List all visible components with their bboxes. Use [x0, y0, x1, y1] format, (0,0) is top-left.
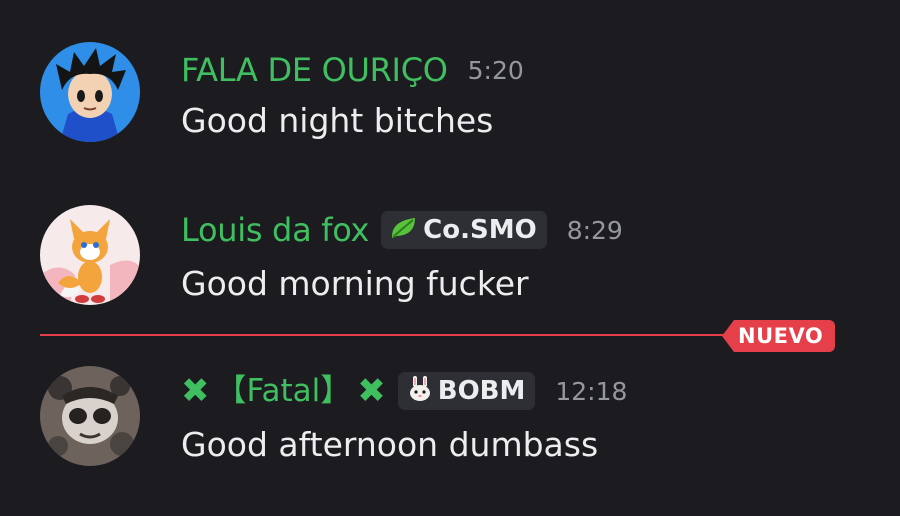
new-messages-divider — [40, 334, 830, 336]
avatar[interactable] — [40, 205, 140, 305]
orange-fox-character-avatar — [40, 205, 140, 305]
message-content: Good morning fucker — [181, 264, 529, 303]
message-content: Good afternoon dumbass — [181, 425, 599, 464]
new-messages-label: NUEVO — [734, 320, 836, 352]
server-tag[interactable]: BOBM — [397, 372, 536, 410]
username[interactable]: Louis da fox — [181, 214, 369, 246]
bunny-icon — [406, 375, 434, 407]
avatar[interactable] — [40, 42, 140, 142]
message-header: ✖ 【Fatal】 ✖ BOBM 12:18 — [181, 370, 627, 412]
server-tag[interactable]: Co.SMO — [381, 211, 547, 249]
username[interactable]: FALA DE OURIÇO — [181, 54, 448, 86]
cross-mark-icon: ✖ — [181, 371, 210, 411]
username[interactable]: 【Fatal】 — [216, 375, 352, 407]
chat-message: ✖ 【Fatal】 ✖ BOBM 12:18 Good afternoon du… — [0, 366, 900, 486]
cross-mark-icon: ✖ — [357, 371, 386, 411]
tag-label: Co.SMO — [423, 215, 537, 245]
timestamp[interactable]: 5:20 — [468, 58, 524, 83]
message-header: FALA DE OURIÇO 5:20 — [181, 52, 524, 88]
dark-masked-character-avatar — [40, 366, 140, 466]
timestamp[interactable]: 8:29 — [567, 218, 623, 243]
chat-message: FALA DE OURIÇO 5:20 Good night bitches — [0, 42, 900, 162]
message-content: Good night bitches — [181, 101, 494, 140]
leaf-icon — [389, 215, 419, 245]
message-header: Louis da fox Co.SMO 8:29 — [181, 210, 623, 250]
blue-spiky-hair-character-avatar — [40, 42, 140, 142]
chat-message: Louis da fox Co.SMO 8:29 Good morning fu… — [0, 205, 900, 325]
new-messages-badge: NUEVO — [722, 320, 836, 352]
avatar[interactable] — [40, 366, 140, 466]
tag-label: BOBM — [437, 376, 526, 406]
timestamp[interactable]: 12:18 — [555, 379, 627, 404]
badge-notch — [722, 320, 734, 352]
